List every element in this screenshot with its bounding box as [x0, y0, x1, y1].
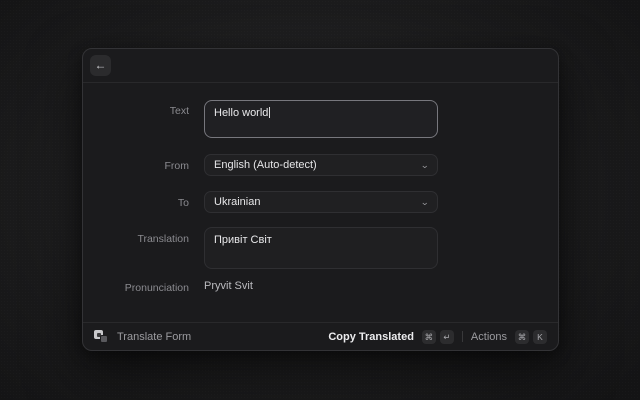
translation-value: Привіт Світ [214, 234, 272, 246]
translation-input[interactable]: Привіт Світ [204, 227, 438, 269]
return-key-icon: ↵ [440, 330, 454, 344]
actions-label: Actions [471, 331, 507, 343]
copy-translated-label: Copy Translated [328, 331, 414, 343]
from-language-value: English (Auto-detect) [214, 159, 317, 171]
command-title: Translate Form [117, 331, 191, 343]
pronunciation-field-label: Pronunciation [103, 282, 189, 294]
status-bar: Translate Form Copy Translated ⌘ ↵ Actio… [83, 322, 558, 350]
text-field-label: Text [103, 105, 189, 117]
to-field-label: To [103, 197, 189, 209]
command-key-icon: ⌘ [515, 330, 529, 344]
status-bar-actions: Copy Translated ⌘ ↵ Actions ⌘ K [328, 330, 547, 344]
chevron-down-icon: ⌄ [421, 161, 430, 170]
window-header: ← [83, 49, 558, 83]
translate-form-window: ← Text Hello world From English (Auto-de… [82, 48, 559, 351]
back-button[interactable]: ← [90, 55, 111, 76]
pronunciation-value: Pryvit Svit [204, 280, 253, 292]
translation-field-label: Translation [103, 233, 189, 245]
from-field-label: From [103, 160, 189, 172]
translate-app-icon [94, 330, 108, 343]
back-arrow-icon: ← [95, 58, 107, 72]
text-input-value: Hello world [214, 107, 268, 119]
to-language-value: Ukrainian [214, 196, 260, 208]
chevron-down-icon: ⌄ [421, 198, 430, 207]
command-key-icon: ⌘ [422, 330, 436, 344]
text-input[interactable]: Hello world [204, 100, 438, 138]
actions-button[interactable]: Actions ⌘ K [471, 330, 547, 344]
k-key-icon: K [533, 330, 547, 344]
translate-icon-front-square [100, 335, 108, 343]
from-language-select[interactable]: English (Auto-detect) ⌄ [204, 154, 438, 176]
text-cursor [269, 107, 270, 118]
desktop-background: ← Text Hello world From English (Auto-de… [0, 0, 640, 400]
to-language-select[interactable]: Ukrainian ⌄ [204, 191, 438, 213]
copy-translated-button[interactable]: Copy Translated ⌘ ↵ [328, 330, 454, 344]
actions-divider [462, 331, 463, 342]
